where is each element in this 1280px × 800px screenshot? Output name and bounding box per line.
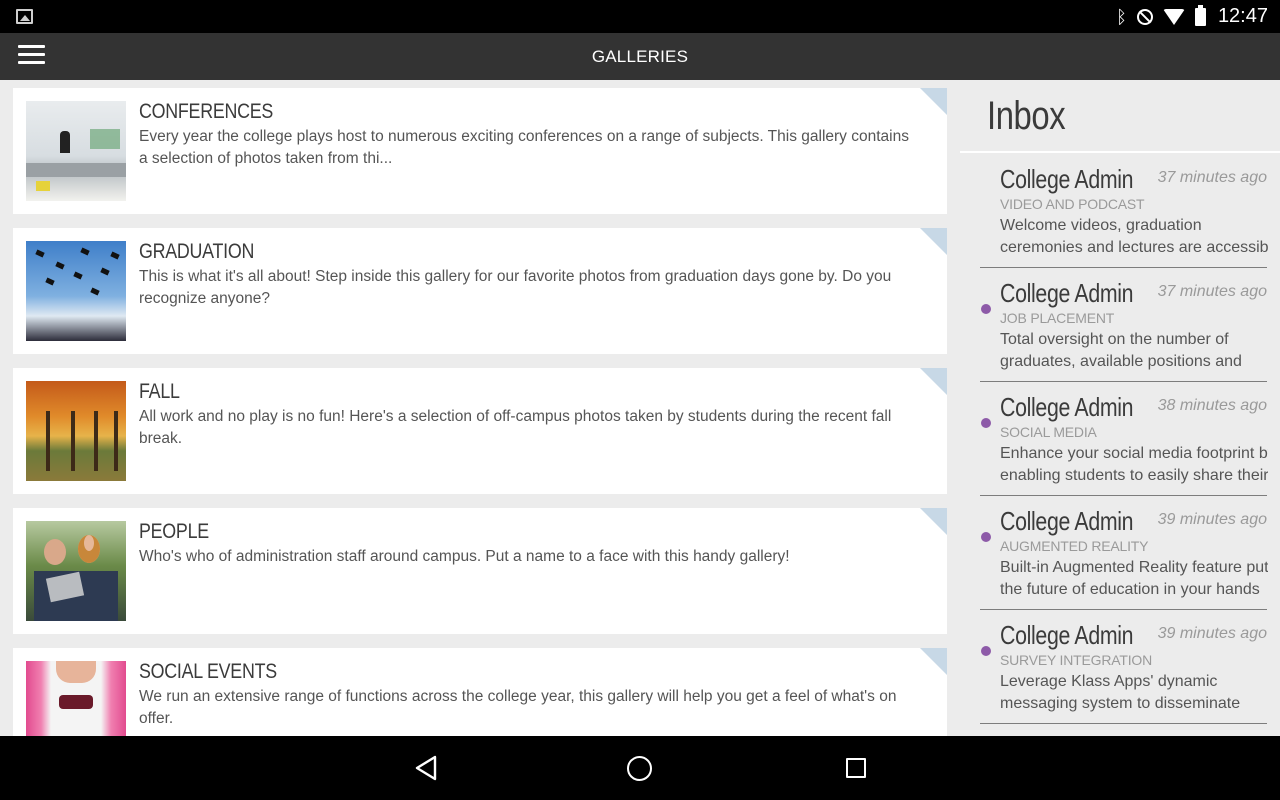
card-corner-marker [920, 508, 947, 535]
gallery-title: FALL [139, 380, 180, 403]
message-sender: College Admin [1000, 278, 1134, 308]
gallery-description: Who's who of administration staff around… [139, 548, 790, 565]
message-category: JOB PLACEMENT [1000, 310, 1115, 326]
message-sender: College Admin [1000, 164, 1134, 194]
status-icons: ᛒ 12:47 [1116, 0, 1268, 33]
message-preview: Leverage Klass Apps' dynamic messaging s… [1000, 671, 1268, 715]
inbox-message[interactable]: College Admin 37 minutes ago JOB PLACEME… [980, 268, 1267, 382]
message-time: 37 minutes ago [1157, 169, 1267, 186]
message-preview-line: enabling students to easily share their [1000, 467, 1268, 484]
inbox-message[interactable]: College Admin 37 minutes ago VIDEO AND P… [980, 154, 1268, 268]
back-icon[interactable] [414, 755, 438, 781]
gallery-card-fall[interactable]: FALL All work and no play is no fun! Her… [13, 368, 947, 494]
fall-thumbnail [26, 381, 126, 481]
gallery-card-conferences[interactable]: CONFERENCES Every year the college plays… [13, 88, 947, 214]
message-preview-line: ceremonies and lectures are accessible [1000, 239, 1268, 256]
gallery-list[interactable]: CONFERENCES Every year the college plays… [0, 80, 960, 736]
gallery-title: GRADUATION [139, 240, 255, 263]
inbox-panel[interactable]: Inbox College Admin 37 minutes ago VIDEO… [960, 80, 1280, 736]
message-preview: Total oversight on the number of graduat… [1000, 329, 1268, 373]
app-bar: GALLERIES [0, 33, 1280, 80]
gallery-card-social-events[interactable]: SOCIAL EVENTS We run an extensive range … [13, 648, 947, 736]
unread-indicator [981, 418, 991, 428]
message-preview-line: Total oversight on the number of [1000, 331, 1229, 348]
card-corner-marker [920, 228, 947, 255]
gallery-description: All work and no play is no fun! Here's a… [139, 408, 892, 447]
message-time: 38 minutes ago [1157, 397, 1267, 414]
inbox-message[interactable]: College Admin 39 minutes ago AUGMENTED R… [980, 496, 1268, 610]
graduation-thumbnail [26, 241, 126, 341]
recent-apps-icon[interactable] [846, 758, 866, 778]
gallery-card-graduation[interactable]: GRADUATION This is what it's all about! … [13, 228, 947, 354]
message-preview: Enhance your social media footprint by e… [1000, 443, 1268, 487]
message-preview-line: the future of education in your hands [1000, 581, 1260, 598]
message-preview-line: Welcome videos, graduation [1000, 217, 1202, 234]
message-time: 37 minutes ago [1157, 283, 1267, 300]
message-preview-line: Enhance your social media footprint by [1000, 445, 1268, 462]
inbox-message[interactable]: College Admin 39 minutes ago SURVEY INTE… [980, 610, 1267, 724]
card-corner-marker [920, 88, 947, 115]
status-bar: ᛒ 12:47 [0, 0, 1280, 33]
message-preview-line: graduates, available positions and [1000, 353, 1242, 370]
unread-indicator [981, 304, 991, 314]
message-preview-line: Built-in Augmented Reality feature puts [1000, 559, 1268, 576]
card-corner-marker [920, 648, 947, 675]
divider [960, 151, 1280, 153]
gallery-description: We run an extensive range of functions a… [139, 688, 897, 727]
social-events-thumbnail [26, 661, 126, 736]
card-corner-marker [920, 368, 947, 395]
people-thumbnail [26, 521, 126, 621]
message-category: AUGMENTED REALITY [1000, 538, 1149, 554]
message-sender: College Admin [1000, 392, 1134, 422]
gallery-title: CONFERENCES [139, 100, 274, 123]
gallery-card-people[interactable]: PEOPLE Who's who of administration staff… [13, 508, 947, 634]
navigation-bar [0, 736, 1280, 800]
gallery-description: Every year the college plays host to num… [139, 128, 909, 167]
message-category: VIDEO AND PODCAST [1000, 196, 1145, 212]
message-preview: Welcome videos, graduation ceremonies an… [1000, 215, 1268, 259]
image-notification-icon [16, 9, 33, 24]
message-time: 39 minutes ago [1157, 511, 1267, 528]
inbox-heading: Inbox [987, 94, 1066, 138]
message-sender: College Admin [1000, 620, 1134, 650]
gallery-title: SOCIAL EVENTS [139, 660, 277, 683]
conference-thumbnail [26, 101, 126, 201]
do-not-disturb-icon [1136, 8, 1153, 25]
inbox-message[interactable]: College Admin 38 minutes ago SOCIAL MEDI… [980, 382, 1268, 496]
wifi-icon [1162, 8, 1185, 25]
message-preview-line: Leverage Klass Apps' dynamic [1000, 673, 1218, 690]
unread-indicator [981, 532, 991, 542]
battery-icon [1194, 4, 1206, 26]
page-title: GALLERIES [591, 47, 689, 66]
gallery-description: This is what it's all about! Step inside… [139, 268, 892, 307]
status-clock: 12:47 [1217, 5, 1268, 27]
message-sender: College Admin [1000, 506, 1134, 536]
message-preview: Built-in Augmented Reality feature puts … [1000, 557, 1268, 601]
message-category: SOCIAL MEDIA [1000, 424, 1097, 440]
message-category: SURVEY INTEGRATION [1000, 652, 1152, 668]
message-time: 39 minutes ago [1157, 625, 1267, 642]
home-icon[interactable] [627, 756, 652, 781]
unread-indicator [981, 646, 991, 656]
message-preview-line: messaging system to disseminate [1000, 695, 1241, 712]
bluetooth-icon: ᛒ [1116, 6, 1127, 27]
gallery-title: PEOPLE [139, 520, 209, 543]
